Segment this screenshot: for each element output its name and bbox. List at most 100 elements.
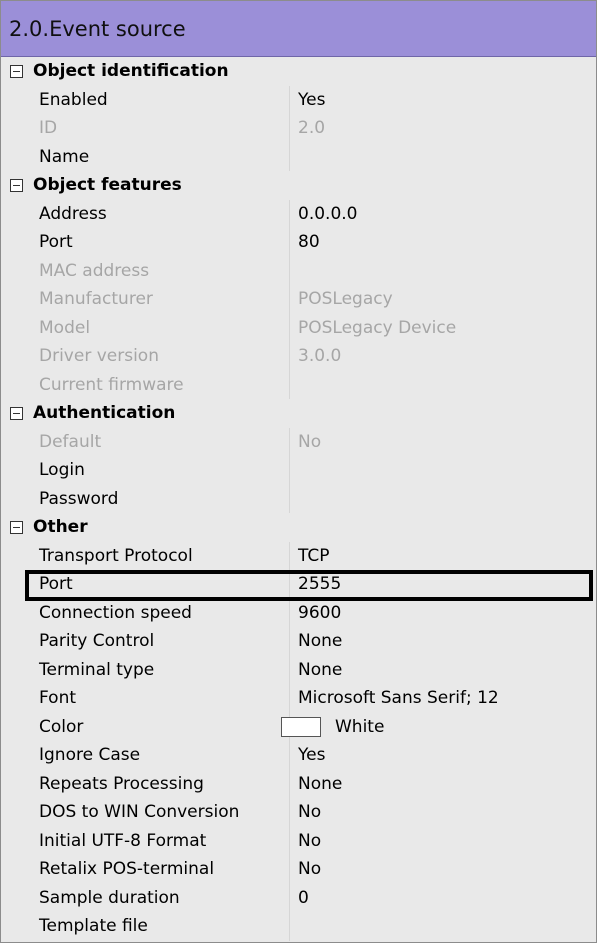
property-value[interactable]: 0.0.0.0: [290, 199, 596, 228]
property-value-text: 80: [298, 232, 320, 253]
property-row[interactable]: MAC address: [1, 256, 596, 285]
property-value[interactable]: None: [290, 655, 596, 684]
property-name: Current firmware: [39, 374, 184, 395]
category-row[interactable]: Object identification: [1, 57, 596, 86]
panel-title: 2.0.Event source: [1, 1, 596, 57]
row-gutter: [1, 256, 31, 285]
property-row[interactable]: Ignore Case Yes: [1, 741, 596, 770]
property-value[interactable]: No: [290, 798, 596, 827]
property-row[interactable]: Transport Protocol TCP: [1, 541, 596, 570]
property-value[interactable]: No: [290, 855, 596, 884]
property-value-text: White: [335, 716, 385, 737]
property-value-text: 2.0: [298, 118, 326, 139]
property-value: No: [290, 427, 596, 456]
property-row[interactable]: Terminal type None: [1, 655, 596, 684]
property-row[interactable]: Connection speed 9600: [1, 598, 596, 627]
property-value[interactable]: White: [281, 712, 596, 741]
property-row[interactable]: Port 80: [1, 228, 596, 257]
property-row[interactable]: Login: [1, 456, 596, 485]
collapse-minus-icon[interactable]: [10, 520, 23, 534]
row-gutter: [1, 85, 31, 114]
property-name: MAC address: [39, 260, 150, 281]
property-row[interactable]: Address 0.0.0.0: [1, 199, 596, 228]
category-row[interactable]: Object features: [1, 171, 596, 200]
row-gutter: [1, 313, 31, 342]
property-value-text: 3.0.0: [298, 346, 342, 367]
property-row[interactable]: Manufacturer POSLegacy: [1, 285, 596, 314]
property-value[interactable]: 0: [290, 883, 596, 912]
property-row[interactable]: Parity Control None: [1, 627, 596, 656]
property-row[interactable]: Color White: [1, 712, 596, 741]
property-value[interactable]: [290, 912, 596, 941]
property-value[interactable]: Microsoft Sans Serif; 12: [290, 684, 596, 713]
collapse-minus-icon[interactable]: [10, 178, 23, 192]
property-value[interactable]: 9600: [290, 598, 596, 627]
property-row[interactable]: Port 2555: [1, 570, 596, 601]
property-value[interactable]: Yes: [290, 741, 596, 770]
property-row[interactable]: Template file: [1, 912, 596, 941]
property-row[interactable]: ID 2.0: [1, 114, 596, 143]
property-value: 3.0.0: [290, 342, 596, 371]
category-label: Object features: [33, 175, 182, 196]
property-value[interactable]: Yes: [290, 85, 596, 114]
property-row[interactable]: Initial UTF-8 Format No: [1, 826, 596, 855]
property-row[interactable]: Name: [1, 142, 596, 171]
property-name: Sample duration: [39, 887, 180, 908]
property-value-text: Yes: [298, 89, 326, 110]
property-name: Enabled: [39, 89, 108, 110]
row-gutter: [1, 769, 31, 798]
collapse-minus-icon[interactable]: [10, 406, 23, 420]
property-value-text: None: [298, 631, 343, 652]
property-row[interactable]: Model POSLegacy Device: [1, 313, 596, 342]
property-value[interactable]: [290, 484, 596, 513]
property-value[interactable]: 2555: [290, 570, 596, 599]
property-value-text: POSLegacy Device: [298, 317, 457, 338]
row-gutter: [1, 114, 31, 143]
row-gutter: [1, 855, 31, 884]
property-row[interactable]: Sample duration 0: [1, 883, 596, 912]
property-value[interactable]: No: [290, 826, 596, 855]
property-name: Model: [39, 317, 91, 338]
property-name: DOS to WIN Conversion: [39, 802, 240, 823]
property-row[interactable]: Driver version 3.0.0: [1, 342, 596, 371]
property-value-text: 9600: [298, 602, 342, 623]
property-value[interactable]: None: [290, 769, 596, 798]
row-gutter: [1, 741, 31, 770]
property-row[interactable]: Retalix POS-terminal No: [1, 855, 596, 884]
property-value-text: None: [298, 773, 343, 794]
property-row[interactable]: Default No: [1, 427, 596, 456]
property-value[interactable]: [290, 142, 596, 171]
property-row[interactable]: Font Microsoft Sans Serif; 12: [1, 684, 596, 713]
collapse-minus-icon[interactable]: [10, 64, 23, 78]
property-value-text: 0: [298, 887, 309, 908]
property-value[interactable]: 80: [290, 228, 596, 257]
property-row[interactable]: Repeats Processing None: [1, 769, 596, 798]
property-value[interactable]: [290, 456, 596, 485]
category-row[interactable]: Authentication: [1, 399, 596, 428]
property-row[interactable]: Current firmware: [1, 370, 596, 399]
row-gutter: [1, 199, 31, 228]
property-value-text: Yes: [298, 745, 326, 766]
property-name: Driver version: [39, 346, 159, 367]
row-gutter: [1, 627, 31, 656]
row-gutter: [1, 142, 31, 171]
property-grid-panel: 2.0.Event source Object identification En…: [0, 0, 597, 943]
property-name: Ignore Case: [39, 745, 141, 766]
property-name: Password: [39, 488, 119, 509]
row-gutter: [1, 427, 31, 456]
property-name: ID: [39, 118, 58, 139]
property-value-text: TCP: [298, 545, 330, 566]
property-value-text: None: [298, 659, 343, 680]
row-gutter: [1, 912, 31, 941]
category-row[interactable]: Other: [1, 513, 596, 542]
property-row[interactable]: Enabled Yes: [1, 85, 596, 114]
property-value[interactable]: TCP: [290, 541, 596, 570]
row-gutter: [1, 228, 31, 257]
row-gutter: [1, 541, 31, 570]
property-value-text: 0.0.0.0: [298, 203, 358, 224]
color-swatch[interactable]: [281, 716, 321, 737]
property-name: Parity Control: [39, 631, 155, 652]
property-value[interactable]: None: [290, 627, 596, 656]
property-row[interactable]: DOS to WIN Conversion No: [1, 798, 596, 827]
property-row[interactable]: Password: [1, 484, 596, 513]
